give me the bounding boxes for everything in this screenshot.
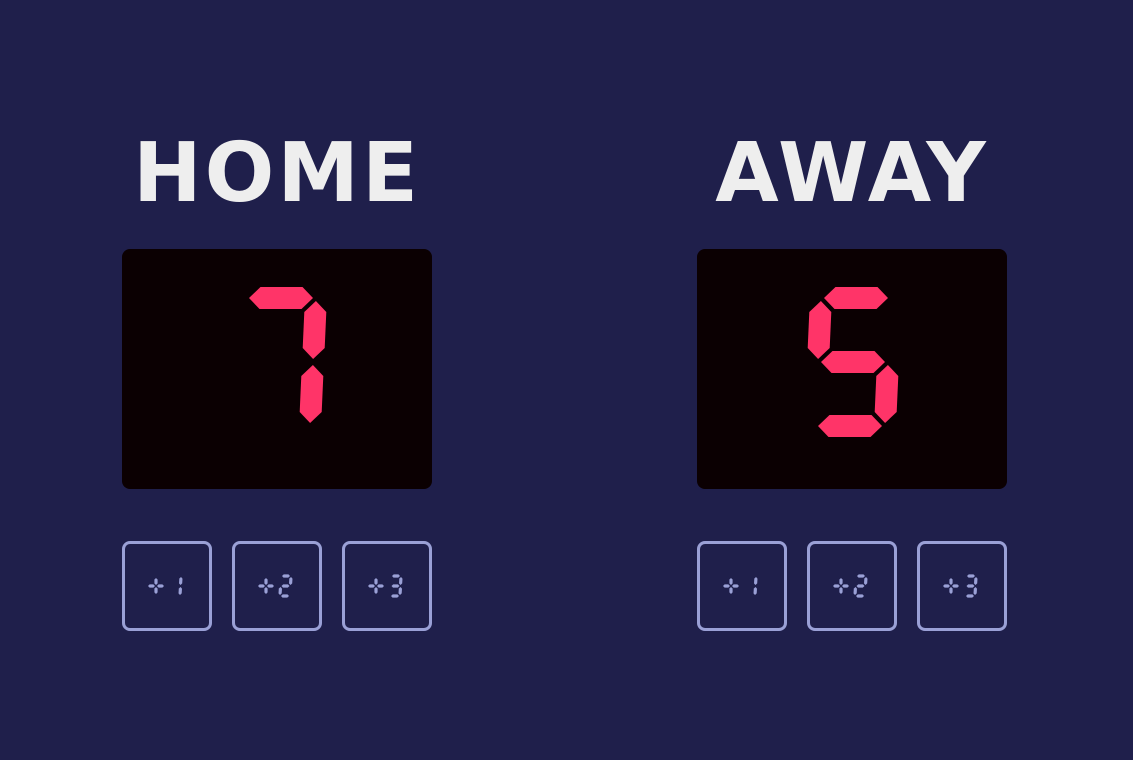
home-add-2-digit-segment-e — [278, 587, 282, 595]
home-add-2-plus-stroke-1 — [267, 584, 274, 588]
away-add-3-glyph — [943, 574, 978, 598]
home-add-2-digit-segment-b — [289, 577, 293, 585]
home-add-3-plus-stroke-1 — [377, 584, 384, 588]
away-score-display — [697, 249, 1007, 489]
away-score-segment-a — [824, 287, 888, 309]
away-add-2-digit-segment-b — [864, 577, 868, 585]
home-add-1-plus-stroke-2 — [154, 578, 158, 585]
away-add-3-plus-stroke-3 — [949, 587, 953, 594]
away-score-buttons: +1 +2 +3 — [697, 541, 1007, 631]
home-add-3-glyph — [368, 574, 403, 598]
away-add-3-plus-stroke-1 — [952, 584, 959, 588]
home-add-1-plus-stroke-0 — [148, 584, 155, 588]
home-add-1-digit-segment-b — [179, 577, 183, 585]
home-add-2-plus-stroke-0 — [258, 584, 265, 588]
home-add-1-plus-stroke-1 — [157, 584, 164, 588]
away-add-2-digit-segment-a — [857, 574, 865, 578]
away-add-1-glyph — [723, 577, 758, 595]
away-add-2-glyph — [833, 574, 868, 598]
home-add-2-glyph — [258, 574, 293, 598]
away-add-3-digit-segment-b — [974, 577, 978, 585]
away-add-3-digit-segment-c — [973, 587, 977, 595]
away-add-1-digit-segment-c — [753, 587, 757, 595]
away-add-2-plus-stroke-3 — [839, 587, 843, 594]
home-team-name: HOME — [133, 126, 421, 221]
away-add-2-plus-stroke-1 — [842, 584, 849, 588]
away-add-3-plus-stroke-0 — [943, 584, 950, 588]
away-add-1-digit-segment-b — [754, 577, 758, 585]
away-add-3-plus-stroke-2 — [949, 578, 953, 585]
home-add-3-digit-segment-d — [391, 594, 399, 598]
home-add-2-plus-stroke-2 — [264, 578, 268, 585]
home-add-3-plus-stroke-2 — [374, 578, 378, 585]
home-add-2-digit-segment-d — [281, 594, 289, 598]
home-add-3-digit-segment-c — [398, 587, 402, 595]
home-score-segment-c — [299, 365, 324, 423]
home-add-2-digit-segment-g — [281, 584, 290, 588]
home-add-1-digit-segment-c — [178, 587, 182, 595]
home-add-3-digit-segment-g — [391, 584, 400, 588]
away-score-segment-c — [874, 365, 899, 423]
home-add-3-plus-stroke-3 — [374, 587, 378, 594]
away-add-2-digit-segment-d — [856, 594, 864, 598]
away-add-2-button[interactable]: +2 — [807, 541, 897, 631]
home-add-2-plus-stroke-3 — [264, 587, 268, 594]
home-add-2-digit-segment-a — [282, 574, 290, 578]
home-add-1-button[interactable]: +1 — [122, 541, 212, 631]
home-add-2-button[interactable]: +2 — [232, 541, 322, 631]
away-score-segment-f — [807, 301, 832, 359]
away-add-2-digit-segment-g — [856, 584, 865, 588]
away-add-2-plus-stroke-0 — [833, 584, 840, 588]
home-score-digit — [249, 287, 327, 423]
away-add-2-digit-segment-e — [853, 587, 857, 595]
away-add-3-button[interactable]: +3 — [917, 541, 1007, 631]
away-add-1-plus-stroke-2 — [729, 578, 733, 585]
away-score-segment-d — [818, 415, 882, 437]
away-add-1-button[interactable]: +1 — [697, 541, 787, 631]
home-add-3-digit-segment-a — [392, 574, 400, 578]
home-add-3-plus-stroke-0 — [368, 584, 375, 588]
away-add-3-digit-segment-d — [966, 594, 974, 598]
away-add-1-plus-stroke-3 — [729, 587, 733, 594]
away-score-digit — [807, 287, 899, 437]
away-score-segment-g — [821, 351, 885, 373]
home-score-segment-a — [249, 287, 313, 309]
away-add-2-plus-stroke-2 — [839, 578, 843, 585]
home-score-display — [122, 249, 432, 489]
away-add-3-digit-segment-a — [967, 574, 975, 578]
away-add-3-digit-segment-g — [966, 584, 975, 588]
scoreboard: HOME +1 +2 +3 AWAY +1 — [0, 0, 1133, 760]
away-add-1-plus-stroke-0 — [723, 584, 730, 588]
home-add-3-button[interactable]: +3 — [342, 541, 432, 631]
home-add-1-plus-stroke-3 — [154, 587, 158, 594]
home-score-buttons: +1 +2 +3 — [122, 541, 432, 631]
home-score-segment-b — [302, 301, 327, 359]
away-add-1-plus-stroke-1 — [732, 584, 739, 588]
home-add-3-digit-segment-b — [399, 577, 403, 585]
home-add-1-glyph — [148, 577, 183, 595]
away-team-name: AWAY — [715, 126, 989, 221]
